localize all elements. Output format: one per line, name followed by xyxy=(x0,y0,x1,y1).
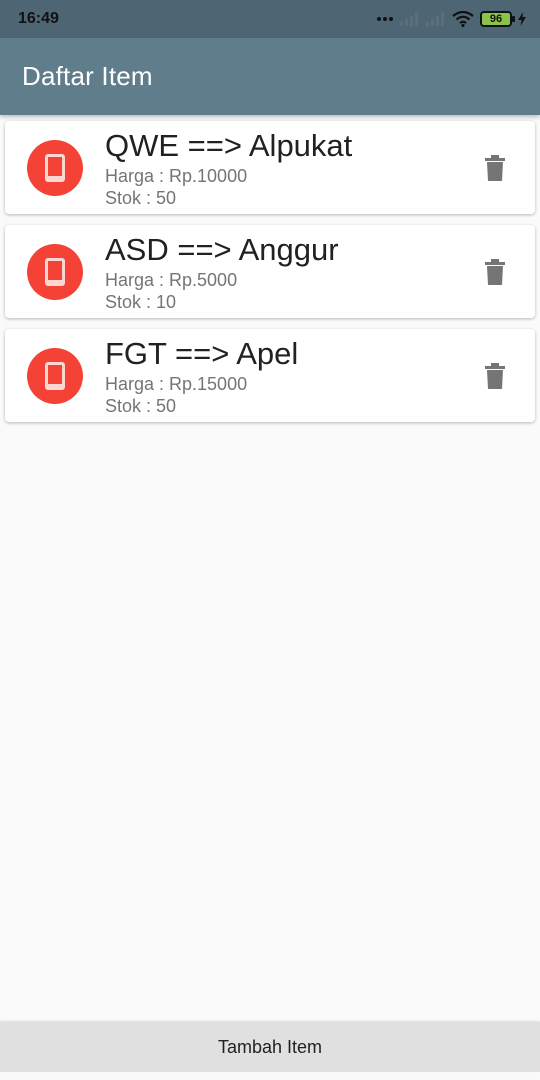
list-item[interactable]: FGT ==> Apel Harga : Rp.15000 Stok : 50 xyxy=(5,329,535,422)
item-stock: Stok : 50 xyxy=(105,396,177,416)
page-title: Daftar Item xyxy=(22,61,153,91)
trash-icon xyxy=(485,363,505,389)
signal-icon-2 xyxy=(426,12,444,26)
battery-icon: 96 xyxy=(480,11,515,27)
item-list: QWE ==> Alpukat Harga : Rp.10000 Stok : … xyxy=(5,121,535,433)
charging-icon xyxy=(518,12,526,26)
more-dots-icon xyxy=(377,17,393,21)
delete-button[interactable] xyxy=(483,154,507,182)
avatar xyxy=(27,244,83,300)
phone-icon xyxy=(45,362,65,390)
delete-button[interactable] xyxy=(483,258,507,286)
signal-icon xyxy=(400,12,418,26)
list-item[interactable]: QWE ==> Alpukat Harga : Rp.10000 Stok : … xyxy=(5,121,535,214)
trash-icon xyxy=(485,259,505,285)
battery-level: 96 xyxy=(489,13,503,25)
item-price: Harga : Rp.10000 xyxy=(105,166,248,186)
status-icons: 96 xyxy=(376,11,526,27)
item-price: Harga : Rp.5000 xyxy=(105,270,238,290)
avatar xyxy=(27,140,83,196)
trash-icon xyxy=(485,155,505,181)
item-title: FGT ==> Apel xyxy=(105,336,299,371)
phone-icon xyxy=(45,154,65,182)
list-item[interactable]: ASD ==> Anggur Harga : Rp.5000 Stok : 10 xyxy=(5,225,535,318)
status-time: 16:49 xyxy=(18,10,59,27)
item-title: ASD ==> Anggur xyxy=(105,232,339,267)
item-stock: Stok : 50 xyxy=(105,188,177,208)
item-stock: Stok : 10 xyxy=(105,292,177,312)
item-title: QWE ==> Alpukat xyxy=(105,128,353,163)
add-item-button[interactable]: Tambah Item xyxy=(0,1022,540,1072)
status-bar: 16:49 96 xyxy=(0,0,540,38)
phone-icon xyxy=(45,258,65,286)
item-price: Harga : Rp.15000 xyxy=(105,374,248,394)
avatar xyxy=(27,348,83,404)
wifi-icon xyxy=(452,11,474,27)
delete-button[interactable] xyxy=(483,362,507,390)
app-bar: Daftar Item xyxy=(0,38,540,115)
